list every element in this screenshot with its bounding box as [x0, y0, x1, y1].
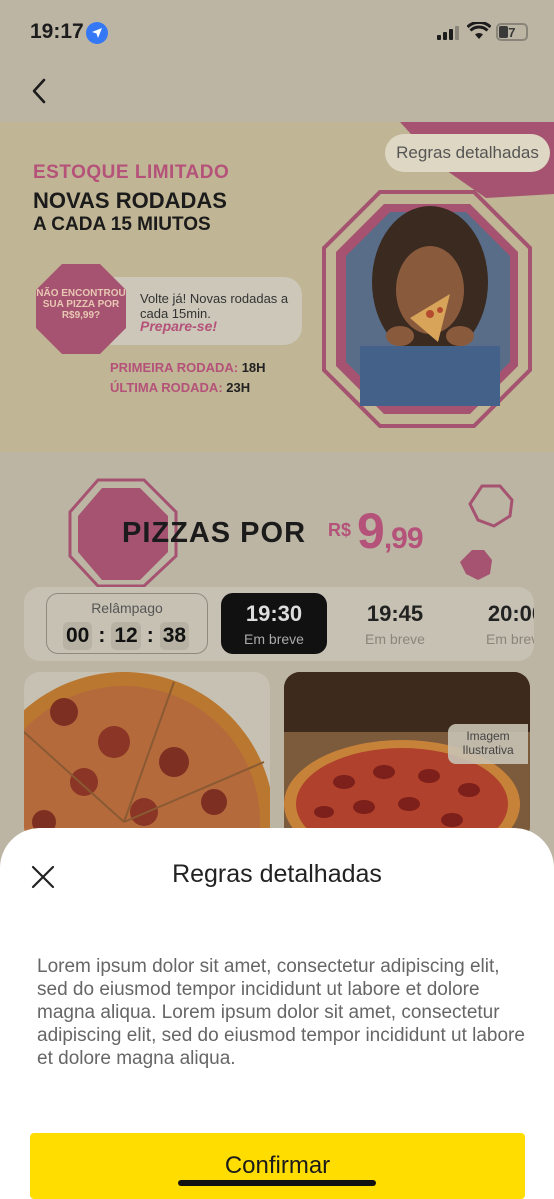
flash-countdown[interactable]: Relâmpago 00:12:38: [46, 593, 208, 654]
wifi-icon: [467, 22, 491, 39]
promo-currency: R$: [328, 520, 352, 540]
timeslot-time: 19:30: [245, 601, 303, 626]
last-round: ÚLTIMA RODADA: 23H: [110, 380, 251, 395]
badge-octagon: NÃO ENCONTROU SUA PIZZA POR R$9,99?: [34, 262, 128, 356]
sheet-body: Lorem ipsum dolor sit amet, consectetur …: [37, 956, 525, 1069]
countdown-minutes: 12: [111, 622, 141, 650]
sheet-title: Regras detalhadas: [172, 860, 382, 888]
countdown-timer: 00:12:38: [63, 622, 190, 650]
home-indicator: [178, 1180, 376, 1186]
first-round: PRIMEIRA RODADA: 18H: [110, 360, 266, 375]
banner-tag: ESTOQUE LIMITADO: [33, 162, 230, 183]
timeslot-time: 20:00: [487, 601, 534, 626]
promo-price: 9,99: [357, 503, 424, 559]
badge-text: NÃO ENCONTROU SUA PIZZA POR R$9,99?: [36, 288, 126, 321]
location-arrow-icon: [86, 22, 108, 44]
flash-label: Relâmpago: [91, 600, 163, 616]
callout-box: Volte já! Novas rodadas a cada 15min. Pr…: [110, 277, 302, 345]
battery-level: 27: [501, 25, 516, 40]
banner-headline-1: NOVAS RODADAS: [33, 188, 227, 213]
timeslot-status: Em breve: [486, 631, 534, 647]
battery-icon: 27: [496, 23, 528, 41]
rules-button[interactable]: Regras detalhadas: [385, 134, 550, 172]
illustrative-label: Imagem Ilustrativa: [448, 724, 528, 764]
product-card[interactable]: [24, 672, 270, 842]
back-chevron-icon[interactable]: [26, 76, 56, 106]
confirm-button[interactable]: Confirmar: [30, 1133, 525, 1199]
timeslot-2000[interactable]: 20:00 Em breve: [463, 593, 534, 654]
callout-emphasis: Prepare-se!: [140, 318, 218, 334]
status-bar: 19:17 27: [0, 0, 554, 62]
timeslot-1945[interactable]: 19:45 Em breve: [342, 593, 448, 654]
signal-icon: [437, 24, 459, 40]
callout-text: Volte já! Novas rodadas a cada 15min.: [140, 291, 289, 321]
status-time: 19:17: [30, 20, 84, 43]
promo-title: PIZZAS POR: [122, 517, 307, 549]
countdown-seconds: 38: [159, 622, 190, 650]
timeslot-status: Em breve: [365, 631, 425, 647]
timeslot-time: 19:45: [366, 601, 424, 626]
banner-headline-2: A CADA 15 MIUTOS: [33, 214, 211, 235]
woman-eating-pizza-photo: [322, 190, 532, 428]
timeslot-status: Em breve: [244, 631, 304, 647]
timeslot-1930[interactable]: 19:30 Em breve: [221, 593, 327, 654]
pizza-image: [24, 672, 270, 842]
timeslot-bar: Relâmpago 00:12:38 19:30 Em breve 19:45 …: [24, 587, 534, 661]
countdown-hours: 00: [63, 622, 93, 650]
